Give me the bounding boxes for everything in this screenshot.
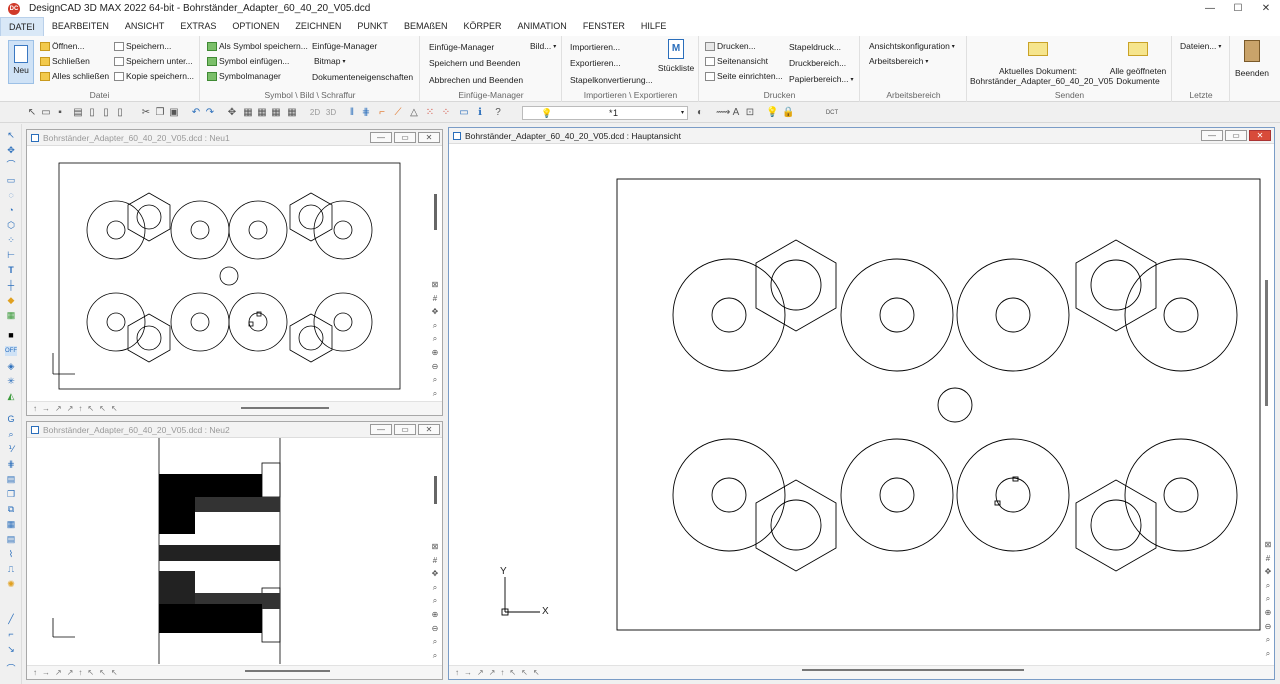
- haupt-washer: [840, 438, 954, 552]
- neu1-washer: [313, 200, 373, 260]
- neu1-hex-nut: [289, 313, 333, 363]
- haupt-horizontal-scrollbar[interactable]: [802, 669, 1024, 671]
- neu2-part-hatch: [195, 497, 280, 512]
- neu2-part-fill: [159, 500, 195, 534]
- neu1-marker: [256, 311, 262, 317]
- neu1-plate-outline: [58, 162, 401, 390]
- haupt-hex-nut: [755, 479, 837, 572]
- neu2-nut-top: [261, 462, 281, 498]
- haupt-hole: [879, 477, 915, 513]
- neu2-part-fill: [159, 604, 262, 633]
- haupt-nut-bore: [770, 259, 822, 311]
- haupt-hole: [1163, 477, 1199, 513]
- neu2-horizontal-scrollbar[interactable]: [245, 670, 330, 672]
- haupt-hole: [711, 297, 747, 333]
- haupt-hex-nut: [1075, 239, 1157, 332]
- neu1-washer: [228, 200, 288, 260]
- neu2-part-hatch: [159, 545, 280, 561]
- neu1-hole: [248, 220, 268, 240]
- neu1-hex-nut: [127, 192, 171, 242]
- neu1-hex-nut: [289, 192, 333, 242]
- haupt-hole: [995, 297, 1031, 333]
- haupt-washer: [840, 258, 954, 372]
- neu1-hole: [190, 312, 210, 332]
- haupt-vertical-scrollbar[interactable]: [1265, 280, 1268, 406]
- neu2-vertical-scrollbar[interactable]: [434, 476, 437, 504]
- neu1-hole: [106, 220, 126, 240]
- neu2-part-hatch: [159, 571, 195, 604]
- haupt-hole: [711, 477, 747, 513]
- haupt-axis-y-label: Y: [500, 566, 507, 577]
- neu1-hole: [106, 312, 126, 332]
- haupt-washer: [1124, 258, 1238, 372]
- haupt-washer: [672, 438, 786, 552]
- haupt-center-hole: [937, 387, 973, 423]
- neu1-washer: [313, 292, 373, 352]
- haupt-plate-outline: [616, 178, 1261, 631]
- neu1-center-hole: [219, 266, 239, 286]
- neu1-nut-bore: [136, 204, 162, 230]
- neu1-drawing: [52, 162, 1261, 664]
- haupt-hex-nut: [755, 239, 837, 332]
- neu1-washer: [228, 292, 288, 352]
- haupt-washer: [956, 438, 1070, 552]
- haupt-nut-bore: [770, 499, 822, 551]
- haupt-hole: [1163, 297, 1199, 333]
- neu2-solid-parts: [159, 474, 280, 633]
- haupt-washer: [956, 258, 1070, 372]
- neu1-washer: [170, 200, 230, 260]
- neu1-washer: [86, 200, 146, 260]
- neu1-vertical-scrollbar[interactable]: [434, 194, 437, 230]
- haupt-axis-x-label: X: [542, 606, 549, 617]
- neu1-horizontal-scrollbar[interactable]: [241, 407, 329, 409]
- haupt-hole: [995, 477, 1031, 513]
- neu1-washer: [170, 292, 230, 352]
- neu1-hole: [190, 220, 210, 240]
- neu1-washer: [86, 292, 146, 352]
- neu2-part-fill: [159, 474, 262, 500]
- haupt-hole: [879, 297, 915, 333]
- neu1-hex-nut: [127, 313, 171, 363]
- neu1-hole: [333, 220, 353, 240]
- haupt-drawing: [501, 178, 1261, 631]
- neu1-nut-bore: [298, 325, 324, 351]
- neu1-nut-bore: [298, 204, 324, 230]
- neu1-hole: [333, 312, 353, 332]
- haupt-hex-nut: [1075, 479, 1157, 572]
